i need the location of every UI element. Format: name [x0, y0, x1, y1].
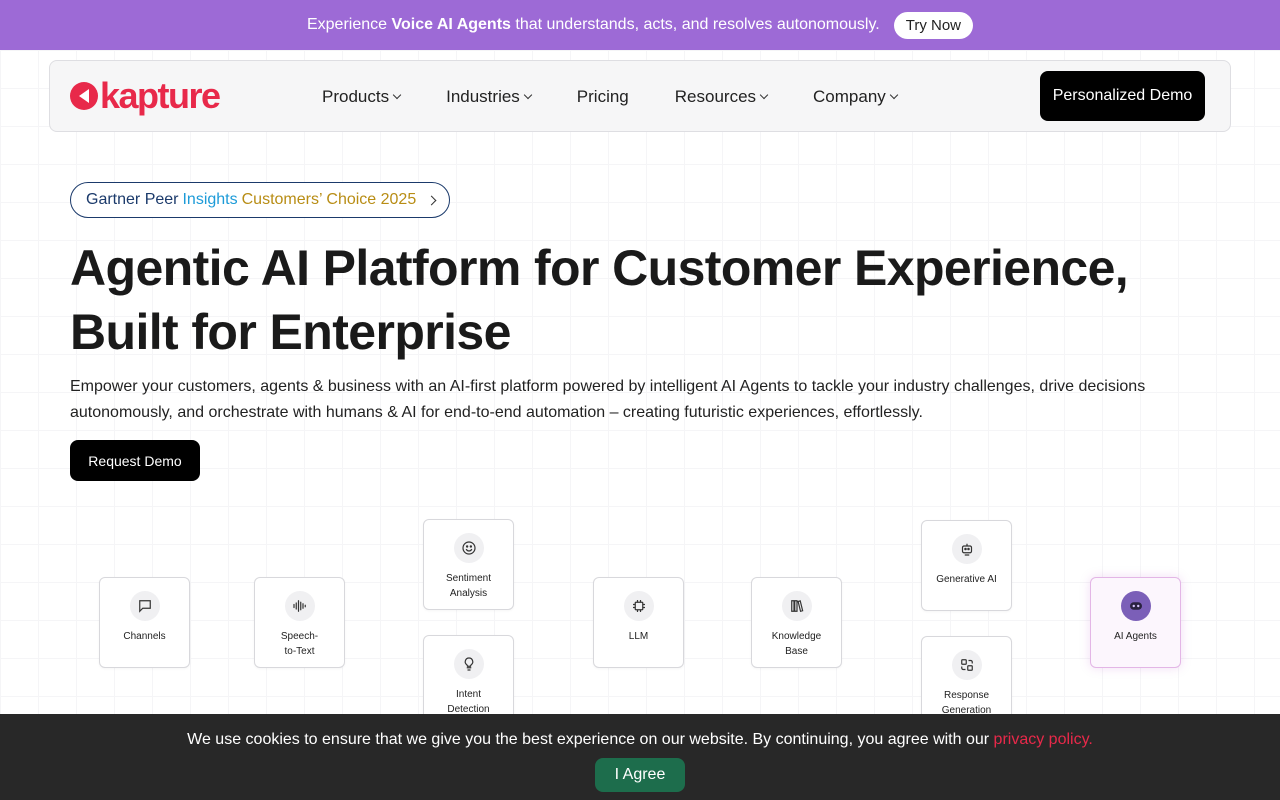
response-arrows-icon	[951, 650, 982, 680]
flow-card-channels: Channels	[99, 577, 190, 668]
chip-icon	[623, 591, 654, 621]
smiley-face-icon	[453, 533, 484, 563]
banner-highlight: Voice AI Agents	[391, 16, 511, 33]
chat-bubble-icon	[129, 591, 160, 621]
nav-item-pricing[interactable]: Pricing	[577, 87, 629, 107]
privacy-policy-link[interactable]: privacy policy.	[994, 731, 1093, 748]
agree-button[interactable]: I Agree	[595, 758, 685, 792]
ai-agent-bot-icon	[1120, 591, 1151, 621]
banner-text: Experience Voice AI Agents that understa…	[306, 16, 880, 33]
request-demo-button[interactable]: Request Demo	[70, 440, 200, 481]
nav-item-company[interactable]: Company	[813, 87, 899, 107]
chevron-right-icon	[426, 195, 437, 205]
chevron-down-icon	[889, 90, 899, 100]
gartner-badge[interactable]: Gartner Peer Insights Customers’ Choice …	[70, 182, 450, 218]
flow-card-sentiment-analysis: Sentiment Analysis	[423, 519, 514, 610]
robot-icon	[951, 534, 982, 564]
sound-wave-icon	[284, 591, 315, 621]
flow-card-llm: LLM	[593, 577, 684, 668]
kapture-logo[interactable]: kapture	[70, 75, 221, 116]
flow-card-speech-to-text: Speech- to-Text	[254, 577, 345, 668]
try-now-button[interactable]: Try Now	[893, 11, 974, 39]
cookie-message: We use cookies to ensure that we give yo…	[187, 731, 1093, 748]
personalized-demo-button[interactable]: Personalized Demo	[1040, 71, 1205, 121]
nav-menu: Products Industries Pricing Resources Co…	[322, 61, 943, 133]
chevron-down-icon	[759, 90, 769, 100]
chevron-down-icon	[392, 90, 402, 100]
lightbulb-icon	[453, 649, 484, 679]
flow-card-intent-detection: Intent Detection	[423, 635, 514, 726]
logo-wordmark: kapture	[100, 75, 221, 116]
cookie-consent-bar: We use cookies to ensure that we give yo…	[0, 714, 1280, 800]
nav-item-products[interactable]: Products	[322, 87, 402, 107]
books-icon	[781, 591, 812, 621]
logo-mark-icon	[70, 82, 98, 110]
hero-subtext: Empower your customers, agents & busines…	[70, 378, 1146, 421]
announcement-banner: Experience Voice AI Agents that understa…	[0, 0, 1280, 50]
nav-item-resources[interactable]: Resources	[675, 87, 769, 107]
chevron-down-icon	[523, 90, 533, 100]
hero-headline: Agentic AI Platform for Customer Experie…	[70, 240, 1129, 360]
main-navigation: kapture Products Industries Pricing Reso…	[49, 60, 1231, 132]
flow-card-knowledge-base: Knowledge Base	[751, 577, 842, 668]
nav-item-industries[interactable]: Industries	[446, 87, 533, 107]
flow-card-generative-ai: Generative AI	[921, 520, 1012, 611]
flow-card-ai-agents: AI Agents	[1090, 577, 1181, 668]
